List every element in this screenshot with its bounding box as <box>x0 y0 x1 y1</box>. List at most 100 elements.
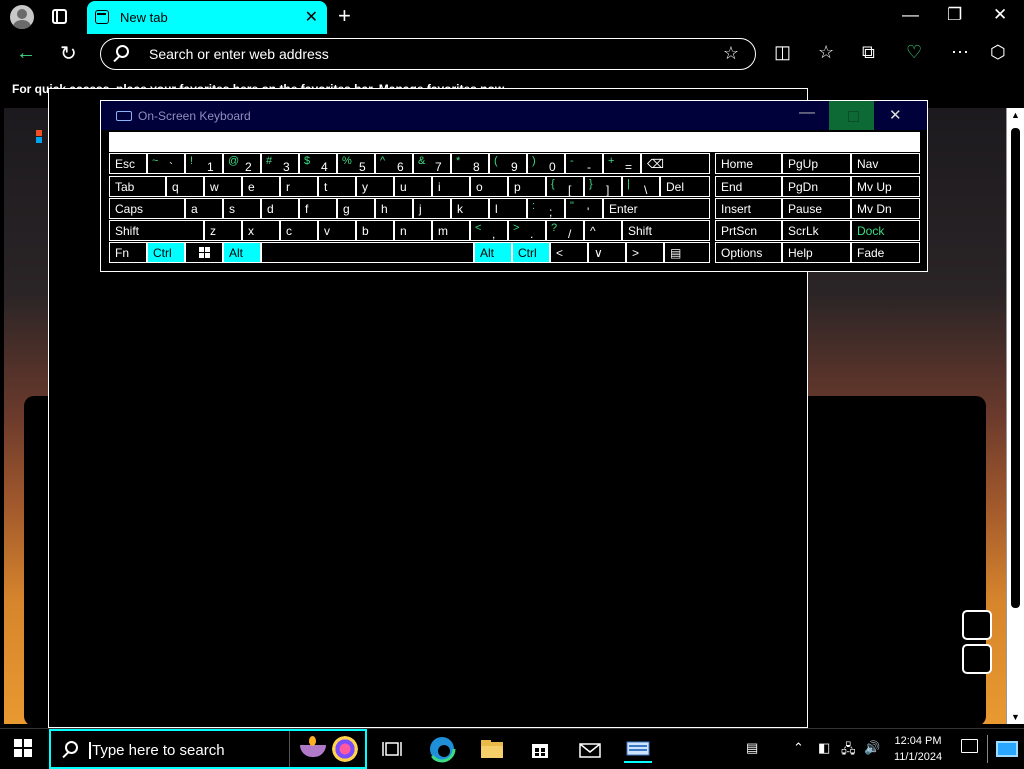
key-pause[interactable]: Pause <box>782 198 851 219</box>
key-options[interactable]: Options <box>715 242 782 263</box>
key-row4-sym-0[interactable]: <, <box>470 220 508 241</box>
key-mv-up[interactable]: Mv Up <box>851 176 920 197</box>
task-view-icon[interactable] <box>380 735 408 763</box>
key-fade[interactable]: Fade <box>851 242 920 263</box>
key-right-arrow[interactable]: > <box>626 242 664 263</box>
key-shift-right[interactable]: Shift <box>622 220 710 241</box>
key-e[interactable]: e <box>242 176 280 197</box>
network-icon[interactable]: 🖧 <box>841 740 856 762</box>
osk-title-bar[interactable]: On-Screen Keyboard — ✕ <box>101 101 927 130</box>
key-d[interactable]: d <box>261 198 299 219</box>
key-row1-1[interactable]: ! 1 <box>185 153 223 174</box>
favorites-icon[interactable]: ☆ <box>818 42 834 63</box>
tab-actions-icon[interactable] <box>52 9 67 24</box>
osk-close-button[interactable]: ✕ <box>889 106 902 124</box>
microsoft-store-icon[interactable] <box>526 735 554 763</box>
address-bar[interactable]: Search or enter web address ☆ <box>100 38 756 70</box>
notifications-icon[interactable] <box>961 739 978 753</box>
key-ctrl-left[interactable]: Ctrl <box>147 242 185 263</box>
volume-icon[interactable]: 🔊 <box>864 740 880 756</box>
key-scrlk[interactable]: ScrLk <box>782 220 851 241</box>
new-tab-button[interactable]: + <box>338 3 351 29</box>
file-explorer-icon[interactable] <box>478 735 506 763</box>
close-window-button[interactable]: ✕ <box>993 5 1007 25</box>
key-f[interactable]: f <box>299 198 337 219</box>
key-row1-3[interactable]: #3 <box>261 153 299 174</box>
key-i[interactable]: i <box>432 176 470 197</box>
key-alt-left[interactable]: Alt <box>223 242 261 263</box>
key-row1-9[interactable]: (9 <box>489 153 527 174</box>
taskbar-search-box[interactable]: Type here to search <box>49 729 367 769</box>
scroll-up-icon[interactable]: ▲ <box>1011 110 1020 120</box>
key-mv-dn[interactable]: Mv Dn <box>851 198 920 219</box>
key-j[interactable]: j <box>413 198 451 219</box>
key-row1-5[interactable]: % 5 <box>337 153 375 174</box>
split-screen-icon[interactable]: ◫ <box>774 42 791 63</box>
key-home[interactable]: Home <box>715 153 782 174</box>
key-down-arrow[interactable]: ∨ <box>588 242 626 263</box>
key-p[interactable]: p <box>508 176 546 197</box>
key-row2-sym-1[interactable]: }] <box>584 176 622 197</box>
key-u[interactable]: u <box>394 176 432 197</box>
key-row1-12[interactable]: + = <box>603 153 641 174</box>
key-windows[interactable] <box>185 242 223 263</box>
key-pgdn[interactable]: PgDn <box>782 176 851 197</box>
key-up-arrow[interactable]: ^ <box>584 220 622 241</box>
key-pgup[interactable]: PgUp <box>782 153 851 174</box>
key-end[interactable]: End <box>715 176 782 197</box>
profile-avatar[interactable] <box>10 5 34 29</box>
key-h[interactable]: h <box>375 198 413 219</box>
key-row2-sym-2[interactable]: | \ <box>622 176 660 197</box>
tab-close-icon[interactable]: ✕ <box>305 7 318 27</box>
key-row1-6[interactable]: ^ 6 <box>375 153 413 174</box>
key-dock[interactable]: Dock <box>851 220 920 241</box>
copilot-icon[interactable]: ⬡ <box>990 42 1006 63</box>
browser-essentials-icon[interactable]: ♡ <box>906 42 922 63</box>
key-row4-sym-1[interactable]: >. <box>508 220 546 241</box>
key-row1-4[interactable]: $4 <box>299 153 337 174</box>
key-a[interactable]: a <box>185 198 223 219</box>
key-menu[interactable]: ▤ <box>664 242 710 263</box>
windows-start-icon[interactable] <box>14 739 32 757</box>
news-icon[interactable]: ▤ <box>746 740 758 756</box>
key-o[interactable]: o <box>470 176 508 197</box>
collections-icon[interactable]: ⧉ <box>862 42 875 63</box>
key-prtscn[interactable]: PrtScn <box>715 220 782 241</box>
key-x[interactable]: x <box>242 220 280 241</box>
key-s[interactable]: s <box>223 198 261 219</box>
on-screen-keyboard-taskbar-icon[interactable] <box>624 735 652 763</box>
key-l[interactable]: l <box>489 198 527 219</box>
key-ctrl-right[interactable]: Ctrl <box>512 242 550 263</box>
key-row2-sym-0[interactable]: {[ <box>546 176 584 197</box>
key-b[interactable]: b <box>356 220 394 241</box>
key-insert[interactable]: Insert <box>715 198 782 219</box>
key-help[interactable]: Help <box>782 242 851 263</box>
key-alt-right[interactable]: Alt <box>474 242 512 263</box>
key-row3-sym-1[interactable]: " ' <box>565 198 603 219</box>
show-desktop-icon[interactable] <box>996 741 1018 757</box>
osk-minimize-button[interactable]: — <box>799 104 815 122</box>
key-enter[interactable]: Enter <box>603 198 710 219</box>
key-row4-sym-2[interactable]: ? / <box>546 220 584 241</box>
chevron-up-icon[interactable]: ⌃ <box>793 740 804 756</box>
mail-icon[interactable] <box>576 735 604 763</box>
key-k[interactable]: k <box>451 198 489 219</box>
osk-maximize-button[interactable] <box>829 101 874 130</box>
key-row3-sym-0[interactable]: :; <box>527 198 565 219</box>
background-image-icon[interactable] <box>962 610 992 640</box>
key-m[interactable]: m <box>432 220 470 241</box>
key-backspace[interactable]: ⌫ <box>641 153 710 174</box>
key-c[interactable]: c <box>280 220 318 241</box>
key-del[interactable]: Del <box>660 176 710 197</box>
back-arrow-icon[interactable]: ← <box>16 42 36 65</box>
clock[interactable]: 12:04 PM 11/1/2024 <box>890 733 946 765</box>
scroll-down-icon[interactable]: ▼ <box>1011 712 1020 722</box>
scroll-thumb[interactable] <box>1011 128 1020 608</box>
tab-new-tab[interactable]: New tab ✕ <box>87 1 327 34</box>
key-tab[interactable]: Tab <box>109 176 166 197</box>
edge-icon[interactable] <box>428 735 456 763</box>
search-highlight-icon[interactable] <box>289 731 365 767</box>
key-y[interactable]: y <box>356 176 394 197</box>
key-nav[interactable]: Nav <box>851 153 920 174</box>
key-row1-2[interactable]: @2 <box>223 153 261 174</box>
